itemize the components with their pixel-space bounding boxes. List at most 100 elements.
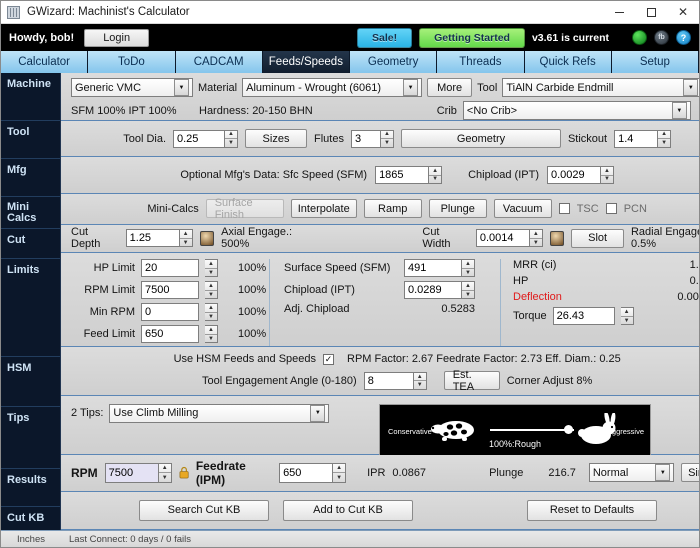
tool-dia-stepper[interactable]: 0.25 ▲ ▼ (173, 129, 238, 148)
chevron-down-icon[interactable]: ▼ (655, 464, 671, 482)
sidebar-item-hsm[interactable]: HSM (1, 357, 60, 407)
mfg-chipload-stepper[interactable]: 0.0029 ▲ ▼ (546, 166, 614, 185)
more-button[interactable]: More (427, 78, 473, 97)
est-tea-button[interactable]: Est. TEA (443, 369, 500, 393)
mode-select[interactable]: Normal ▼ (588, 463, 675, 483)
feed-limit-input[interactable]: 650 (141, 325, 199, 344)
tab-quick-refs[interactable]: Quick Refs (524, 51, 612, 73)
tab-geometry[interactable]: Geometry (350, 51, 438, 73)
getting-started-button[interactable]: Getting Started (419, 27, 525, 48)
minimize-button[interactable] (603, 1, 635, 24)
feed-limit-spinner[interactable]: ▲ ▼ (205, 325, 218, 344)
slider-handle[interactable] (564, 424, 573, 434)
rpm-limit-spinner[interactable]: ▲ ▼ (205, 281, 218, 300)
tool-dia-spinner[interactable]: ▲ ▼ (225, 129, 238, 148)
help-icon[interactable]: ? (676, 30, 691, 45)
crib-select[interactable]: <No Crib> ▼ (462, 101, 691, 120)
sidebar-item-machine[interactable]: Machine (1, 73, 60, 121)
tab-setup[interactable]: Setup (611, 51, 699, 73)
feedrate-input[interactable]: 650 (279, 462, 334, 483)
tea-input[interactable]: 8 (363, 371, 414, 390)
aggressiveness-slider[interactable]: Conservative Aggressive 100%:Rough (379, 403, 651, 456)
min-rpm-spinner[interactable]: ▲ ▼ (205, 303, 218, 322)
rpm-spinner[interactable]: ▲ ▼ (158, 462, 172, 483)
cut-depth-input[interactable]: 1.25 (125, 229, 180, 248)
use-hsm-checkbox[interactable]: ✓ (323, 353, 335, 365)
cut-depth-spinner[interactable]: ▲ ▼ (179, 229, 193, 248)
tea-stepper[interactable]: 8 ▲ ▼ (363, 371, 427, 390)
add-to-cut-kb-button[interactable]: Add to Cut KB (283, 499, 413, 521)
chipload-ipt-spinner[interactable]: ▲ ▼ (462, 281, 475, 300)
chevron-down-icon[interactable]: ▼ (310, 404, 326, 422)
surface-speed-input[interactable]: 491 (404, 259, 462, 278)
chevron-down-icon[interactable]: ▼ (174, 79, 189, 96)
cut-depth-stepper[interactable]: 1.25 ▲ ▼ (125, 229, 193, 248)
tool-dia-input[interactable]: 0.25 (173, 129, 225, 148)
machine-select[interactable]: Generic VMC ▼ (71, 78, 193, 97)
cut-width-stepper[interactable]: 0.0014 ▲ ▼ (475, 229, 543, 248)
chevron-down-icon[interactable]: ▼ (671, 102, 687, 119)
chevron-down-icon[interactable]: ▼ (403, 79, 419, 96)
flutes-input[interactable]: 3 (350, 129, 381, 148)
mfg-chipload-input[interactable]: 0.0029 (546, 166, 601, 185)
feedrate-stepper[interactable]: 650 ▲ ▼ (279, 462, 347, 483)
interpolate-button[interactable]: Interpolate (290, 199, 357, 219)
surface-speed-spinner[interactable]: ▲ ▼ (462, 259, 475, 278)
tips-select[interactable]: Use Climb Milling ▼ (109, 403, 330, 423)
chipload-ipt-input[interactable]: 0.0289 (404, 281, 462, 300)
maximize-button[interactable] (635, 1, 667, 24)
mfg-sfm-input[interactable]: 1865 (375, 166, 430, 185)
tab-feeds-speeds[interactable]: Feeds/Speeds (262, 51, 350, 73)
stickout-input[interactable]: 1.4 (614, 129, 659, 148)
sidebar-item-limits[interactable]: Limits (1, 259, 60, 357)
login-button[interactable]: Login (84, 28, 150, 47)
facebook-icon[interactable]: fb (654, 30, 669, 45)
radial-engage-icon[interactable] (549, 230, 565, 246)
axial-engage-icon[interactable] (199, 230, 215, 246)
chevron-down-icon[interactable]: ▼ (683, 79, 699, 96)
tsc-checkbox[interactable] (558, 203, 570, 215)
tab-todo[interactable]: ToDo (88, 51, 176, 73)
sale-button[interactable]: Sale! (357, 27, 413, 48)
feedrate-spinner[interactable]: ▲ ▼ (333, 462, 347, 483)
surface-finish-button[interactable]: Surface Finish (205, 197, 284, 221)
geometry-button[interactable]: Geometry (400, 129, 561, 149)
reset-to-defaults-button[interactable]: Reset to Defaults (527, 499, 657, 521)
slider-track[interactable] (490, 428, 574, 431)
hp-limit-input[interactable]: 20 (141, 259, 199, 278)
torque-input[interactable]: 26.43 (552, 307, 615, 326)
min-rpm-input[interactable]: 0 (141, 303, 199, 322)
mfg-chipload-spinner[interactable]: ▲ ▼ (600, 166, 614, 185)
sizes-button[interactable]: Sizes (245, 129, 307, 149)
lock-icon[interactable] (179, 466, 189, 479)
pcn-checkbox[interactable] (605, 203, 617, 215)
tab-cadcam[interactable]: CADCAM (175, 51, 263, 73)
ramp-button[interactable]: Ramp (363, 199, 422, 219)
sidebar-item-tool[interactable]: Tool (1, 121, 60, 159)
torque-spinner[interactable]: ▲ ▼ (620, 307, 634, 326)
slot-button[interactable]: Slot (571, 228, 624, 248)
sidebar-item-mini-calcs[interactable]: Mini Calcs (1, 197, 60, 229)
sidebar-item-cut[interactable]: Cut (1, 229, 60, 259)
rpm-limit-input[interactable]: 7500 (141, 281, 199, 300)
vacuum-button[interactable]: Vacuum (493, 199, 552, 219)
close-button[interactable]: ✕ (667, 1, 699, 24)
tea-spinner[interactable]: ▲ ▼ (413, 371, 427, 390)
green-status-icon[interactable] (632, 30, 647, 45)
tab-calculator[interactable]: Calculator (1, 51, 89, 73)
rpm-stepper[interactable]: 7500 ▲ ▼ (104, 462, 172, 483)
stickout-spinner[interactable]: ▲ ▼ (658, 129, 672, 148)
mfg-sfm-spinner[interactable]: ▲ ▼ (429, 166, 443, 185)
flutes-spinner[interactable]: ▲ ▼ (380, 129, 394, 148)
tab-threads[interactable]: Threads (437, 51, 525, 73)
sidebar-item-mfg[interactable]: Mfg (1, 159, 60, 197)
mfg-sfm-stepper[interactable]: 1865 ▲ ▼ (375, 166, 443, 185)
tool-select[interactable]: TiAlN Carbide Endmill ▼ (502, 78, 699, 97)
cut-width-spinner[interactable]: ▲ ▼ (529, 229, 543, 248)
flutes-stepper[interactable]: 3 ▲ ▼ (350, 129, 394, 148)
material-select[interactable]: Aluminum - Wrought (6061) ▼ (242, 78, 423, 97)
hp-limit-spinner[interactable]: ▲ ▼ (205, 259, 218, 278)
rpm-input[interactable]: 7500 (104, 462, 159, 483)
sidebar-item-results[interactable]: Results (1, 469, 60, 507)
sidebar-item-cut-kb[interactable]: Cut KB (1, 507, 60, 530)
